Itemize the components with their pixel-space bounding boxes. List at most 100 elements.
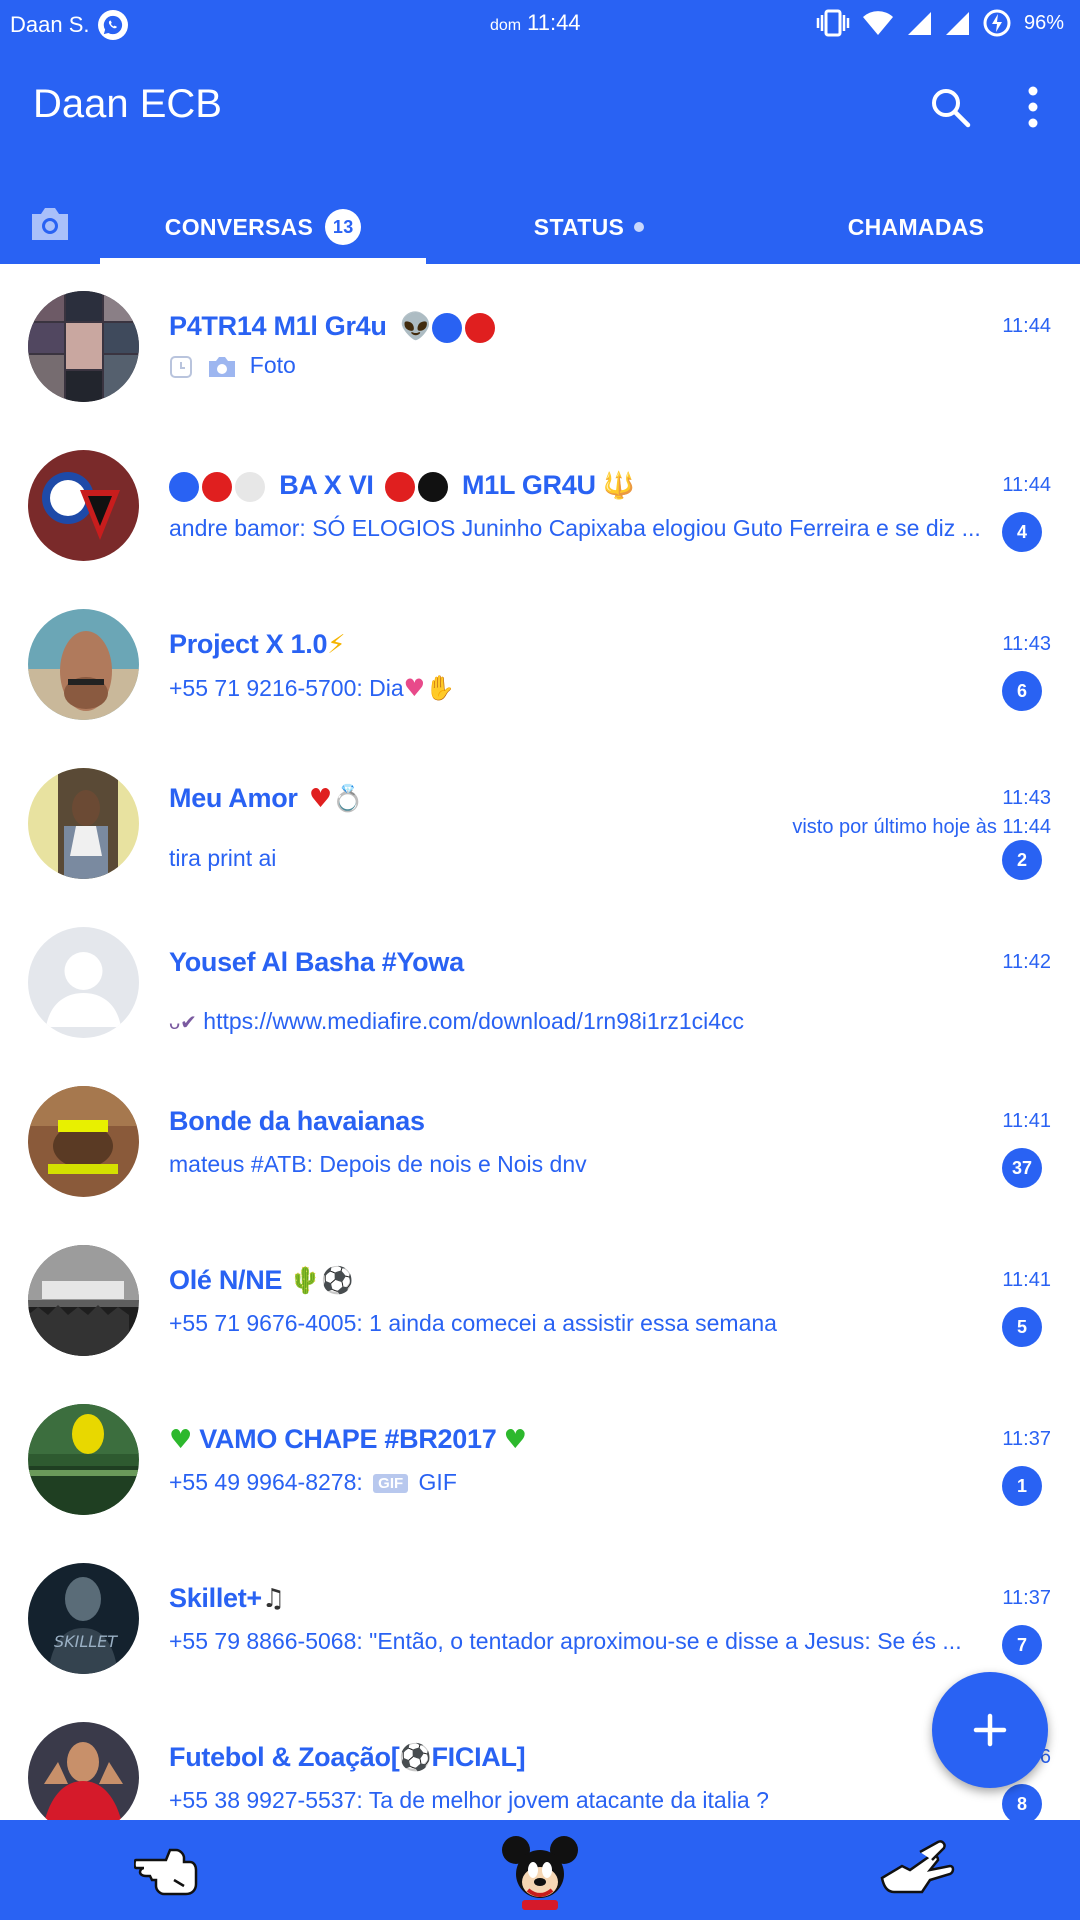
chat-avatar[interactable] bbox=[28, 609, 139, 720]
chat-avatar[interactable] bbox=[28, 1245, 139, 1356]
lightning-emoji: ⚡ bbox=[327, 630, 346, 660]
tab-conversas[interactable]: CONVERSAS 13 bbox=[100, 190, 426, 264]
chat-time: 11:44 bbox=[1002, 474, 1051, 496]
chat-name: Bonde da havaianas bbox=[169, 1106, 425, 1136]
chat-row[interactable]: Futebol & Zoação[⚽FICIAL] 11:36 +55 38 9… bbox=[0, 1695, 1080, 1820]
chat-name-text: BA X VI bbox=[279, 470, 374, 500]
clapping-hands-emoji: ✋ bbox=[425, 674, 456, 702]
chat-row[interactable]: Bonde da havaianas 11:41 mateus #ATB: De… bbox=[0, 1059, 1080, 1218]
chat-time: 11:41 bbox=[1002, 1110, 1051, 1132]
trident-emoji: 🔱 bbox=[602, 471, 635, 501]
chat-preview-text: https://www.mediafire.com/download/1rn98… bbox=[203, 1008, 745, 1034]
chat-name: Skillet+♫ bbox=[169, 1583, 285, 1614]
unread-badge: 1 bbox=[1002, 1466, 1042, 1506]
chat-name: Olé N/NE 🌵⚽ bbox=[169, 1265, 354, 1296]
white-circle-emoji bbox=[235, 471, 265, 502]
chat-preview: Foto bbox=[169, 352, 989, 379]
signal-icon-2 bbox=[945, 12, 969, 35]
unread-badge: 2 bbox=[1002, 840, 1042, 880]
chat-time: 11:41 bbox=[1002, 1269, 1051, 1291]
chat-preview-suffix: GIF bbox=[418, 1469, 457, 1495]
chat-avatar[interactable] bbox=[28, 768, 139, 879]
checkmark-glyphs: ᴗ✔ bbox=[169, 1012, 197, 1034]
chat-name-text: VAMO CHAPE #BR2017 bbox=[199, 1424, 497, 1454]
chat-name: P4TR14 M1l Gr4u 👽 bbox=[169, 311, 498, 343]
more-options-icon[interactable] bbox=[1020, 84, 1046, 130]
battery-percent: 96% bbox=[1023, 11, 1064, 34]
alien-emoji: 👽 bbox=[399, 312, 432, 342]
chat-name-text: Skillet+ bbox=[169, 1583, 262, 1613]
chat-list: P4TR14 M1l Gr4u 👽 11:44 Foto BA X VI M1L… bbox=[0, 264, 1080, 1820]
unread-badge: 4 bbox=[1002, 512, 1042, 552]
pending-clock-icon bbox=[170, 355, 192, 378]
status-bar-left: Daan S. bbox=[10, 10, 128, 40]
tab-status-label: STATUS bbox=[533, 213, 625, 240]
chat-row[interactable]: Olé N/NE 🌵⚽ 11:41 +55 71 9676-4005: 1 ai… bbox=[0, 1218, 1080, 1377]
chat-time: 11:37 bbox=[1002, 1587, 1051, 1609]
tab-chamadas[interactable]: CHAMADAS bbox=[752, 190, 1080, 264]
last-seen-status: visto por último hoje às 11:44 bbox=[792, 816, 1051, 838]
chat-preview: mateus #ATB: Depois de nois e Nois dnv bbox=[169, 1151, 587, 1177]
chat-avatar[interactable] bbox=[28, 1086, 139, 1197]
chat-name: Futebol & Zoação[⚽FICIAL] bbox=[169, 1742, 526, 1773]
red-circle-emoji bbox=[384, 471, 415, 502]
chat-row[interactable]: SKILLET Skillet+♫ 11:37 +55 79 8866-5068… bbox=[0, 1536, 1080, 1695]
red-heart-emoji: ♥ bbox=[308, 784, 332, 814]
chat-row[interactable]: ♥ VAMO CHAPE #BR2017 ♥ 11:37 +55 49 9964… bbox=[0, 1377, 1080, 1536]
signal-icon bbox=[907, 12, 931, 35]
chat-avatar[interactable]: SKILLET bbox=[28, 1563, 139, 1674]
chat-time: 11:43 bbox=[1002, 787, 1051, 809]
red-circle-emoji bbox=[464, 312, 495, 343]
clock: dom 11:44 bbox=[490, 10, 581, 36]
chat-row[interactable]: Project X 1.0⚡ 11:43 +55 71 9216-5700: D… bbox=[0, 582, 1080, 741]
chat-preview: ᴗ✔ https://www.mediafire.com/download/1r… bbox=[169, 1008, 989, 1035]
chat-name: Meu Amor ♥💍 bbox=[169, 783, 364, 814]
status-bar: Daan S. dom 11:44 96% bbox=[0, 0, 1080, 50]
chat-time: 11:43 bbox=[1002, 633, 1051, 655]
whatsapp-icon bbox=[97, 10, 128, 40]
ring-emoji: 💍 bbox=[331, 784, 364, 814]
clock-time: 11:44 bbox=[527, 10, 581, 35]
vibrate-icon bbox=[816, 9, 850, 37]
plus-icon bbox=[973, 1713, 1007, 1747]
chat-name-text: Futebol & Zoação[ bbox=[169, 1742, 400, 1772]
unread-badge: 6 bbox=[1002, 671, 1042, 711]
chat-row[interactable]: P4TR14 M1l Gr4u 👽 11:44 Foto bbox=[0, 264, 1080, 423]
chat-row[interactable]: Meu Amor ♥💍 11:43 visto por último hoje … bbox=[0, 741, 1080, 900]
pointing-hand-left-icon[interactable] bbox=[134, 1840, 198, 1900]
app-title: Daan ECB bbox=[33, 82, 222, 126]
cactus-emoji: 🌵 bbox=[289, 1266, 322, 1296]
chat-name-text: P4TR14 M1l Gr4u bbox=[169, 311, 387, 341]
green-heart-emoji: ♥ bbox=[503, 1425, 527, 1455]
chat-avatar[interactable] bbox=[28, 1722, 139, 1820]
soccer-ball-emoji: ⚽ bbox=[399, 1743, 432, 1773]
wifi-icon bbox=[862, 11, 893, 35]
chat-avatar[interactable] bbox=[28, 927, 139, 1038]
chat-row[interactable]: Yousef Al Basha #Yowa 11:42 ᴗ✔ https://w… bbox=[0, 900, 1080, 1059]
chat-preview-text: +55 49 9964-8278: bbox=[169, 1469, 363, 1495]
chat-preview: +55 71 9676-4005: 1 ainda comecei a assi… bbox=[169, 1310, 777, 1336]
chat-preview: +55 38 9927-5537: Ta de melhor jovem ata… bbox=[169, 1787, 769, 1813]
mickey-mouse-icon[interactable] bbox=[500, 1832, 580, 1912]
chat-avatar[interactable] bbox=[28, 1404, 139, 1515]
chat-preview: +55 49 9964-8278: GIF GIF bbox=[169, 1469, 989, 1496]
chat-name-suffix: M1L GR4U bbox=[462, 470, 596, 500]
search-icon[interactable] bbox=[928, 85, 972, 129]
musical-notes-emoji: ♫ bbox=[261, 1584, 285, 1614]
chat-name-text: Meu Amor bbox=[169, 783, 298, 813]
chat-name: Project X 1.0⚡ bbox=[169, 629, 345, 660]
svg-text:SKILLET: SKILLET bbox=[54, 1632, 118, 1651]
chat-avatar[interactable] bbox=[28, 450, 139, 561]
new-chat-button[interactable] bbox=[932, 1672, 1048, 1788]
camera-icon[interactable] bbox=[28, 204, 72, 244]
chat-name-suffix: FICIAL] bbox=[431, 1742, 526, 1772]
tab-bar: CONVERSAS 13 STATUS CHAMADAS bbox=[0, 190, 1080, 264]
chat-row[interactable]: BA X VI M1L GR4U 🔱 11:44 andre bamor: SÓ… bbox=[0, 423, 1080, 582]
tab-conversas-badge: 13 bbox=[325, 209, 362, 245]
chat-preview-text: +55 71 9216-5700: Dia bbox=[169, 675, 404, 701]
chat-avatar[interactable] bbox=[28, 291, 139, 402]
soccer-ball-emoji: ⚽ bbox=[321, 1266, 354, 1296]
pointing-hands-right-icon[interactable] bbox=[876, 1838, 956, 1904]
tab-status[interactable]: STATUS bbox=[426, 190, 752, 264]
chat-name: BA X VI M1L GR4U 🔱 bbox=[169, 470, 635, 502]
